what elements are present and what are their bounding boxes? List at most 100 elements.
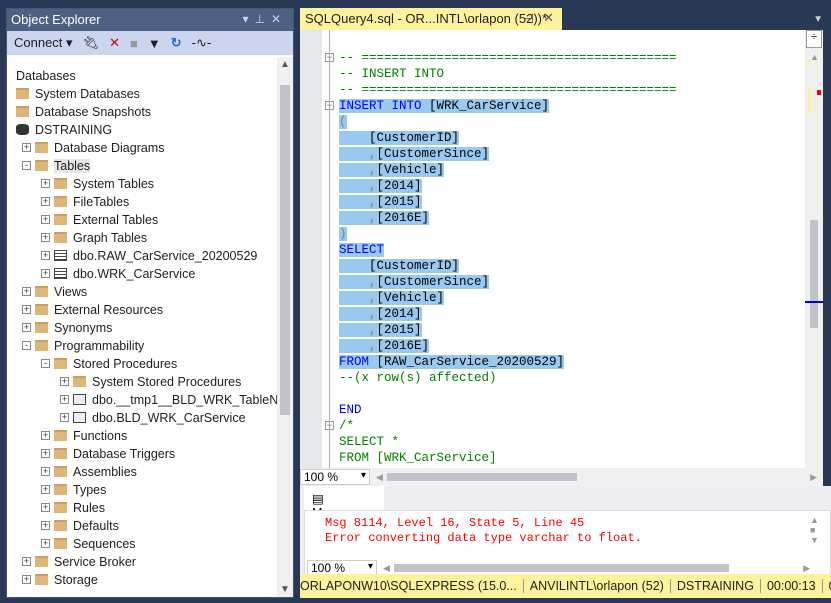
tree-item[interactable]: + System Tables: [7, 175, 277, 193]
expand-icon[interactable]: +: [22, 305, 31, 314]
expand-icon[interactable]: +: [60, 377, 69, 386]
tree-item[interactable]: + Types: [7, 481, 277, 499]
tree-item[interactable]: Databases: [7, 67, 277, 85]
expand-icon[interactable]: +: [41, 449, 50, 458]
tab-messages[interactable]: ▤ Messages: [304, 486, 384, 520]
scrollbar-thumb[interactable]: [386, 473, 577, 481]
code-line: --(x row(s) affected): [339, 370, 497, 386]
expand-icon[interactable]: +: [22, 287, 31, 296]
tree-item[interactable]: + Assemblies: [7, 463, 277, 481]
editor-vertical-scrollbar[interactable]: ÷ ▲: [805, 30, 823, 468]
editor-horizontal-scrollbar[interactable]: 100 % ◀ ▶: [300, 468, 823, 486]
scrollbar-thumb[interactable]: [393, 564, 729, 572]
tree-item[interactable]: + External Resources: [7, 301, 277, 319]
expand-icon[interactable]: +: [41, 539, 50, 548]
tree-item[interactable]: + System Stored Procedures: [7, 373, 277, 391]
tree-item[interactable]: + FileTables: [7, 193, 277, 211]
pin-icon[interactable]: ⊣: [523, 11, 534, 27]
expand-icon[interactable]: +: [41, 179, 50, 188]
tree-item[interactable]: + dbo.__tmp1__BLD_WRK_TableNam: [7, 391, 277, 409]
stop-icon[interactable]: ■: [130, 36, 138, 51]
pin-icon[interactable]: ⊥: [254, 12, 270, 26]
expand-icon[interactable]: +: [22, 575, 31, 584]
tree-item[interactable]: System Databases: [7, 85, 277, 103]
tree-item[interactable]: + Storage: [7, 571, 277, 589]
expand-icon[interactable]: +: [22, 323, 31, 332]
expand-icon[interactable]: +: [60, 413, 69, 422]
tree-item-label: External Tables: [73, 213, 159, 227]
tree-item-label: dbo.RAW_CarService_20200529: [73, 249, 258, 263]
connect-plug-icon[interactable]: 🔌︎: [83, 35, 100, 51]
expand-icon[interactable]: +: [60, 395, 69, 404]
scrollbar-thumb[interactable]: [280, 85, 290, 415]
tree-item[interactable]: + Sequences: [7, 535, 277, 553]
tree-item[interactable]: + Service Broker: [7, 553, 277, 571]
refresh-icon[interactable]: ↻: [171, 35, 182, 51]
scroll-right-icon[interactable]: ▶: [810, 472, 817, 483]
expand-icon[interactable]: +: [22, 143, 31, 152]
collapse-icon[interactable]: -: [22, 341, 31, 350]
expand-icon[interactable]: +: [22, 557, 31, 566]
tree-item[interactable]: + Rules: [7, 499, 277, 517]
error-marker[interactable]: [817, 90, 821, 95]
activity-monitor-icon[interactable]: -∿-: [192, 35, 212, 51]
scroll-left-icon[interactable]: ◀: [383, 563, 390, 574]
tree-item[interactable]: + dbo.WRK_CarService: [7, 265, 277, 283]
close-icon[interactable]: ✕: [271, 12, 287, 26]
split-icon[interactable]: ÷: [806, 30, 822, 48]
code-line: (: [339, 114, 347, 130]
messages-vertical-scrollbar[interactable]: ▲ ■ ▼: [810, 515, 826, 555]
expand-icon[interactable]: +: [41, 215, 50, 224]
connect-button[interactable]: Connect ▾: [14, 35, 73, 51]
tree-item[interactable]: + dbo.BLD_WRK_CarService: [7, 409, 277, 427]
collapse-icon[interactable]: -: [41, 359, 50, 368]
tab-list-dropdown-icon[interactable]: ▼: [813, 14, 823, 25]
code-token: ): [339, 227, 347, 241]
tree-item[interactable]: + Graph Tables: [7, 229, 277, 247]
scroll-right-icon[interactable]: ▶: [803, 563, 810, 574]
tree-item[interactable]: + Database Triggers: [7, 445, 277, 463]
code-line: [CustomerID]: [339, 258, 460, 274]
table-icon: [54, 268, 67, 279]
tab-sqlquery4[interactable]: SQLQuery4.sql - OR...INTL\orlapon (52))*…: [300, 8, 562, 30]
tree-item[interactable]: + External Tables: [7, 211, 277, 229]
tree-item[interactable]: - Programmability: [7, 337, 277, 355]
messages-body[interactable]: Msg 8114, Level 16, State 5, Line 45 Err…: [304, 510, 831, 580]
expand-icon[interactable]: +: [41, 485, 50, 494]
scroll-up-icon[interactable]: ▲: [810, 52, 819, 62]
expand-icon[interactable]: +: [41, 233, 50, 242]
code-editor[interactable]: −-- ====================================…: [300, 30, 805, 468]
expand-icon[interactable]: +: [41, 197, 50, 206]
tree-item[interactable]: - Stored Procedures: [7, 355, 277, 373]
filter-icon[interactable]: ▼: [148, 36, 161, 51]
expand-icon[interactable]: +: [41, 521, 50, 530]
tree-vertical-scrollbar[interactable]: ▲ ▼: [277, 57, 293, 597]
expand-icon[interactable]: +: [41, 467, 50, 476]
tree-item[interactable]: + Functions: [7, 427, 277, 445]
tree-item-label: dbo.__tmp1__BLD_WRK_TableNam: [92, 393, 277, 407]
tree-item[interactable]: + Defaults: [7, 517, 277, 535]
expand-icon[interactable]: +: [41, 431, 50, 440]
tree-item-label: Programmability: [54, 339, 145, 353]
tree-item[interactable]: + dbo.RAW_CarService_20200529: [7, 247, 277, 265]
scroll-down-icon[interactable]: ▼: [280, 584, 290, 595]
scroll-left-icon[interactable]: ◀: [376, 472, 383, 483]
expand-icon[interactable]: +: [41, 269, 50, 278]
status-server: ORLAPONW10\SQLEXPRESS (15.0...: [300, 579, 524, 593]
disconnect-icon[interactable]: ✕: [109, 35, 120, 51]
dropdown-icon[interactable]: ▾: [242, 12, 254, 26]
expand-icon[interactable]: +: [41, 251, 50, 260]
tree-item[interactable]: + Database Diagrams: [7, 139, 277, 157]
tree-item[interactable]: DSTRAINING: [7, 121, 277, 139]
close-tab-icon[interactable]: ✕: [543, 10, 554, 26]
tree-item[interactable]: Database Snapshots: [7, 103, 277, 121]
expand-icon[interactable]: +: [41, 503, 50, 512]
collapse-icon[interactable]: -: [22, 161, 31, 170]
scrollbar-thumb[interactable]: [810, 220, 818, 328]
tree-item[interactable]: + Synonyms: [7, 319, 277, 337]
tree-item[interactable]: - Tables: [7, 157, 277, 175]
code-line: ): [339, 226, 347, 242]
tree-item[interactable]: + Views: [7, 283, 277, 301]
scroll-up-icon[interactable]: ▲: [280, 59, 290, 70]
editor-zoom-select[interactable]: 100 %: [300, 469, 370, 485]
